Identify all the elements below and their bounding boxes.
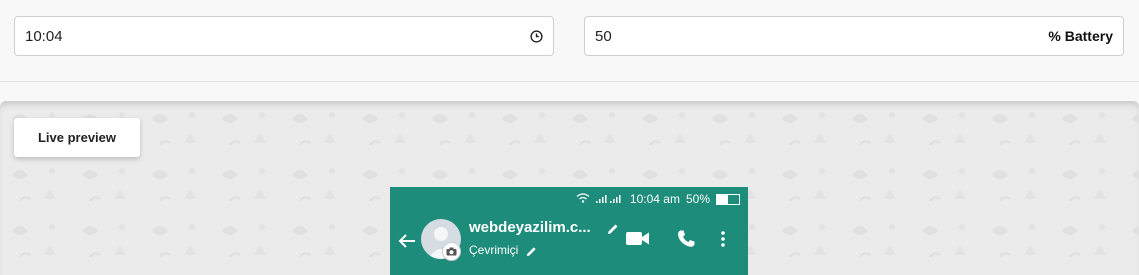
edit-icon[interactable] — [525, 245, 538, 263]
chat-header: webdeyazilim.c... Çevrimiçi — [390, 211, 748, 275]
clock-icon[interactable] — [529, 29, 543, 43]
battery-icon — [716, 193, 740, 205]
wifi-icon — [576, 192, 590, 206]
back-arrow-icon[interactable] — [398, 233, 416, 254]
phone-call-icon[interactable] — [676, 229, 696, 254]
battery-input-value: 50 — [595, 27, 612, 45]
status-time: 10:04 am — [629, 192, 680, 206]
signal-icon — [595, 192, 624, 206]
video-call-icon[interactable] — [626, 231, 650, 251]
live-preview-label: Live preview — [37, 130, 117, 145]
more-vert-icon[interactable] — [721, 231, 725, 252]
camera-icon[interactable] — [442, 242, 461, 261]
settings-form: 10:04 50 % Battery — [0, 0, 1139, 82]
status-bar: 10:04 am 50% — [390, 187, 748, 211]
live-preview-button[interactable]: Live preview — [14, 118, 140, 157]
battery-percent: 50% — [685, 192, 710, 206]
time-input[interactable]: 10:04 — [14, 16, 554, 56]
battery-level-fill — [717, 194, 728, 204]
preview-area: Live preview 10:04 am 50% webdeyazilim.c… — [0, 101, 1139, 275]
contact-name: webdeyazilim.c... — [469, 219, 591, 236]
battery-input[interactable]: 50 % Battery — [584, 16, 1124, 56]
chat-header-preview: 10:04 am 50% webdeyazilim.c... Çevrimiçi — [390, 187, 748, 275]
battery-suffix: % Battery — [1048, 28, 1113, 44]
time-input-value: 10:04 — [25, 27, 63, 45]
contact-status: Çevrimiçi — [469, 243, 519, 257]
edit-icon[interactable] — [606, 222, 620, 241]
